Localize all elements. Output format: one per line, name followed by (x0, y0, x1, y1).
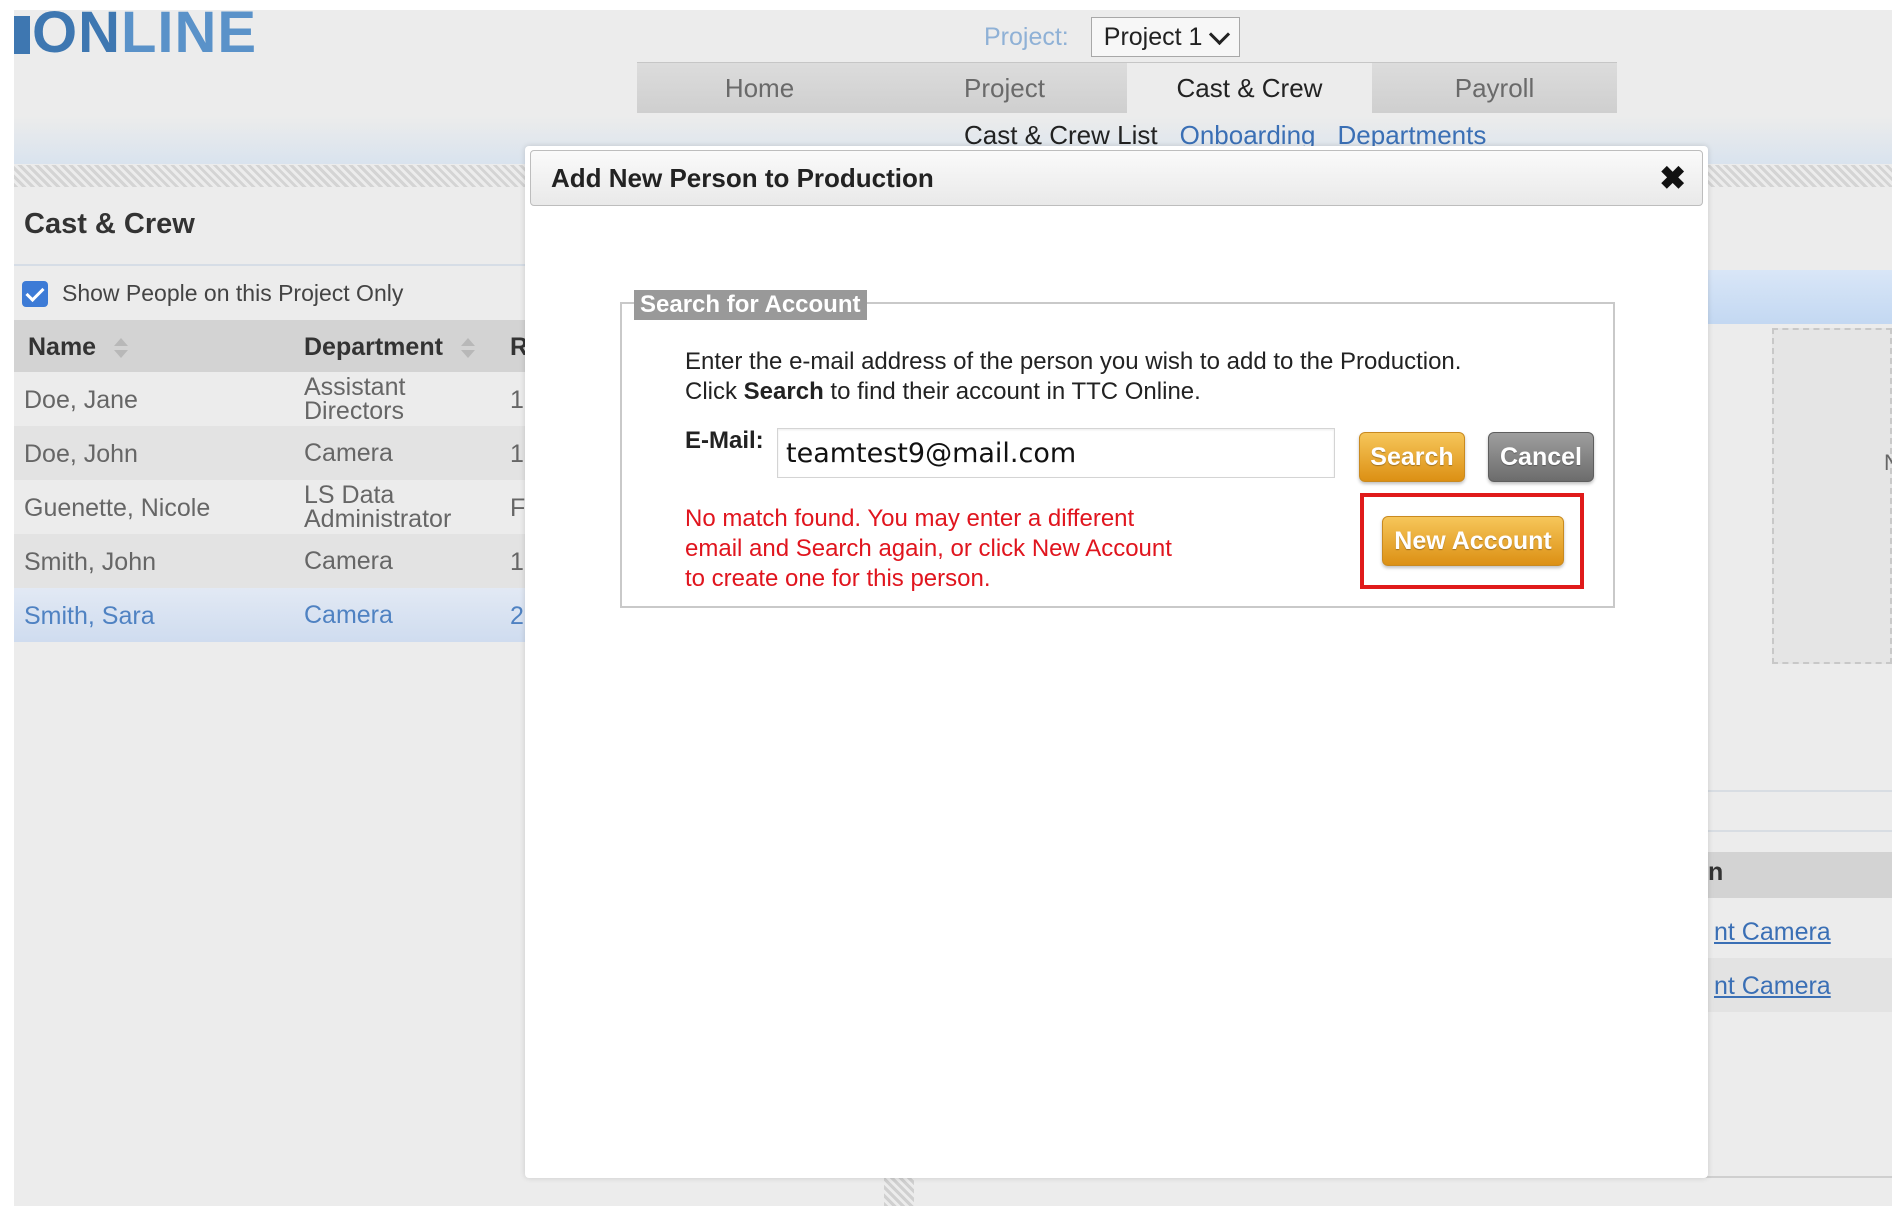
right-table-link[interactable]: nt Camera (1714, 972, 1831, 1001)
cell-r: 1 (510, 548, 524, 576)
right-table-header: n (1704, 852, 1892, 898)
search-account-fieldset: Search for Account Enter the e-mail addr… (620, 290, 1615, 608)
cell-department: Camera (304, 439, 393, 467)
panel-divider (14, 264, 534, 266)
table-row[interactable]: Guenette, Nicole LS Data Administrator F (14, 480, 534, 534)
error-line: to create one for this person. (685, 565, 991, 592)
logo-text-light: LINE (121, 10, 258, 65)
tab-home[interactable]: Home (637, 63, 882, 113)
project-select[interactable]: Project 1 (1090, 17, 1241, 57)
logo-mark-icon (14, 16, 30, 54)
logo-text-dark: ON (32, 10, 121, 65)
email-label: E-Mail: (685, 427, 764, 454)
cell-name: Smith, John (24, 548, 157, 576)
instruction-line-1: Enter the e-mail address of the person y… (685, 348, 1462, 375)
cell-department: Camera (304, 547, 393, 575)
dialog-titlebar: Add New Person to Production ✖ (530, 150, 1703, 206)
instruction-text: to find their account in TTC Online. (823, 378, 1201, 405)
tab-cast-crew[interactable]: Cast & Crew (1127, 63, 1372, 113)
cell-name: Smith, Sara (24, 602, 155, 630)
error-line: No match found. You may enter a differen… (685, 505, 1135, 532)
right-panel-divider (1704, 790, 1892, 792)
cell-name: Guenette, Nicole (24, 494, 211, 522)
cell-r: F (510, 494, 526, 522)
add-person-dialog: Add New Person to Production ✖ Search fo… (525, 146, 1708, 1178)
instructions: Enter the e-mail address of the person y… (685, 347, 1461, 407)
cell-department: LS Data Administrator (304, 481, 452, 533)
table-row-selected[interactable]: Smith, Sara Camera 2 (14, 588, 534, 642)
instruction-line-2: Click Search to find their account in TT… (685, 377, 1461, 407)
new-account-button[interactable]: New Account (1382, 516, 1564, 566)
project-selector-bar: Project: Project 1 (984, 16, 1241, 58)
email-field[interactable] (777, 428, 1335, 478)
close-icon[interactable]: ✖ (1659, 159, 1686, 197)
project-select-value: Project 1 (1103, 22, 1203, 51)
main-nav: Home Project Cast & Crew Payroll (637, 62, 1617, 113)
cell-department: Assistant Directors (304, 373, 406, 425)
filter-checkbox-label: Show People on this Project Only (62, 280, 404, 306)
right-panel-placeholder (1772, 328, 1892, 664)
cell-name: Doe, John (24, 440, 138, 468)
column-header-department-label: Department (304, 333, 443, 361)
right-table-link[interactable]: nt Camera (1714, 918, 1831, 947)
tab-project[interactable]: Project (882, 63, 1127, 113)
app-logo: ONLINE (14, 10, 257, 62)
cancel-button[interactable]: Cancel (1488, 432, 1594, 482)
project-label: Project: (984, 22, 1069, 51)
dialog-title: Add New Person to Production (551, 163, 934, 193)
right-panel-partial-text: N (1884, 450, 1892, 475)
cell-r: 1 (510, 440, 524, 468)
right-table-header-label: n (1708, 858, 1724, 886)
table-row[interactable]: Doe, Jane Assistant Directors 1 (14, 372, 534, 426)
error-line: email and Search again, or click New Acc… (685, 535, 1172, 562)
filter-checkbox-row[interactable]: Show People on this Project Only (22, 280, 403, 307)
cell-r: 1 (510, 386, 524, 414)
table-header: Name Department R (14, 320, 534, 372)
instruction-text: Click (685, 378, 744, 405)
column-header-name-label: Name (28, 333, 97, 361)
error-message: No match found. You may enter a differen… (685, 504, 1172, 594)
table-row[interactable]: Smith, John Camera 1 (14, 534, 534, 588)
column-header-department[interactable]: Department (304, 333, 471, 362)
bottom-stripe (884, 1176, 914, 1206)
sort-icon (461, 338, 471, 358)
panel-title: Cast & Crew (24, 208, 195, 240)
chevron-down-icon (1209, 23, 1231, 45)
right-panel-header-band (1704, 270, 1892, 324)
table-row[interactable]: Doe, John Camera 1 (14, 426, 534, 480)
instruction-bold-text: Search (743, 378, 824, 405)
cell-name: Doe, Jane (24, 386, 138, 414)
sort-icon (114, 338, 124, 358)
search-button[interactable]: Search (1359, 432, 1465, 482)
checkbox-checked-icon[interactable] (22, 280, 48, 307)
cell-r: 2 (510, 602, 524, 630)
cell-department: Camera (304, 601, 393, 629)
column-header-name[interactable]: Name (28, 333, 124, 362)
fieldset-legend: Search for Account (634, 290, 867, 320)
right-panel-divider (1704, 830, 1892, 832)
tab-payroll[interactable]: Payroll (1372, 63, 1617, 113)
